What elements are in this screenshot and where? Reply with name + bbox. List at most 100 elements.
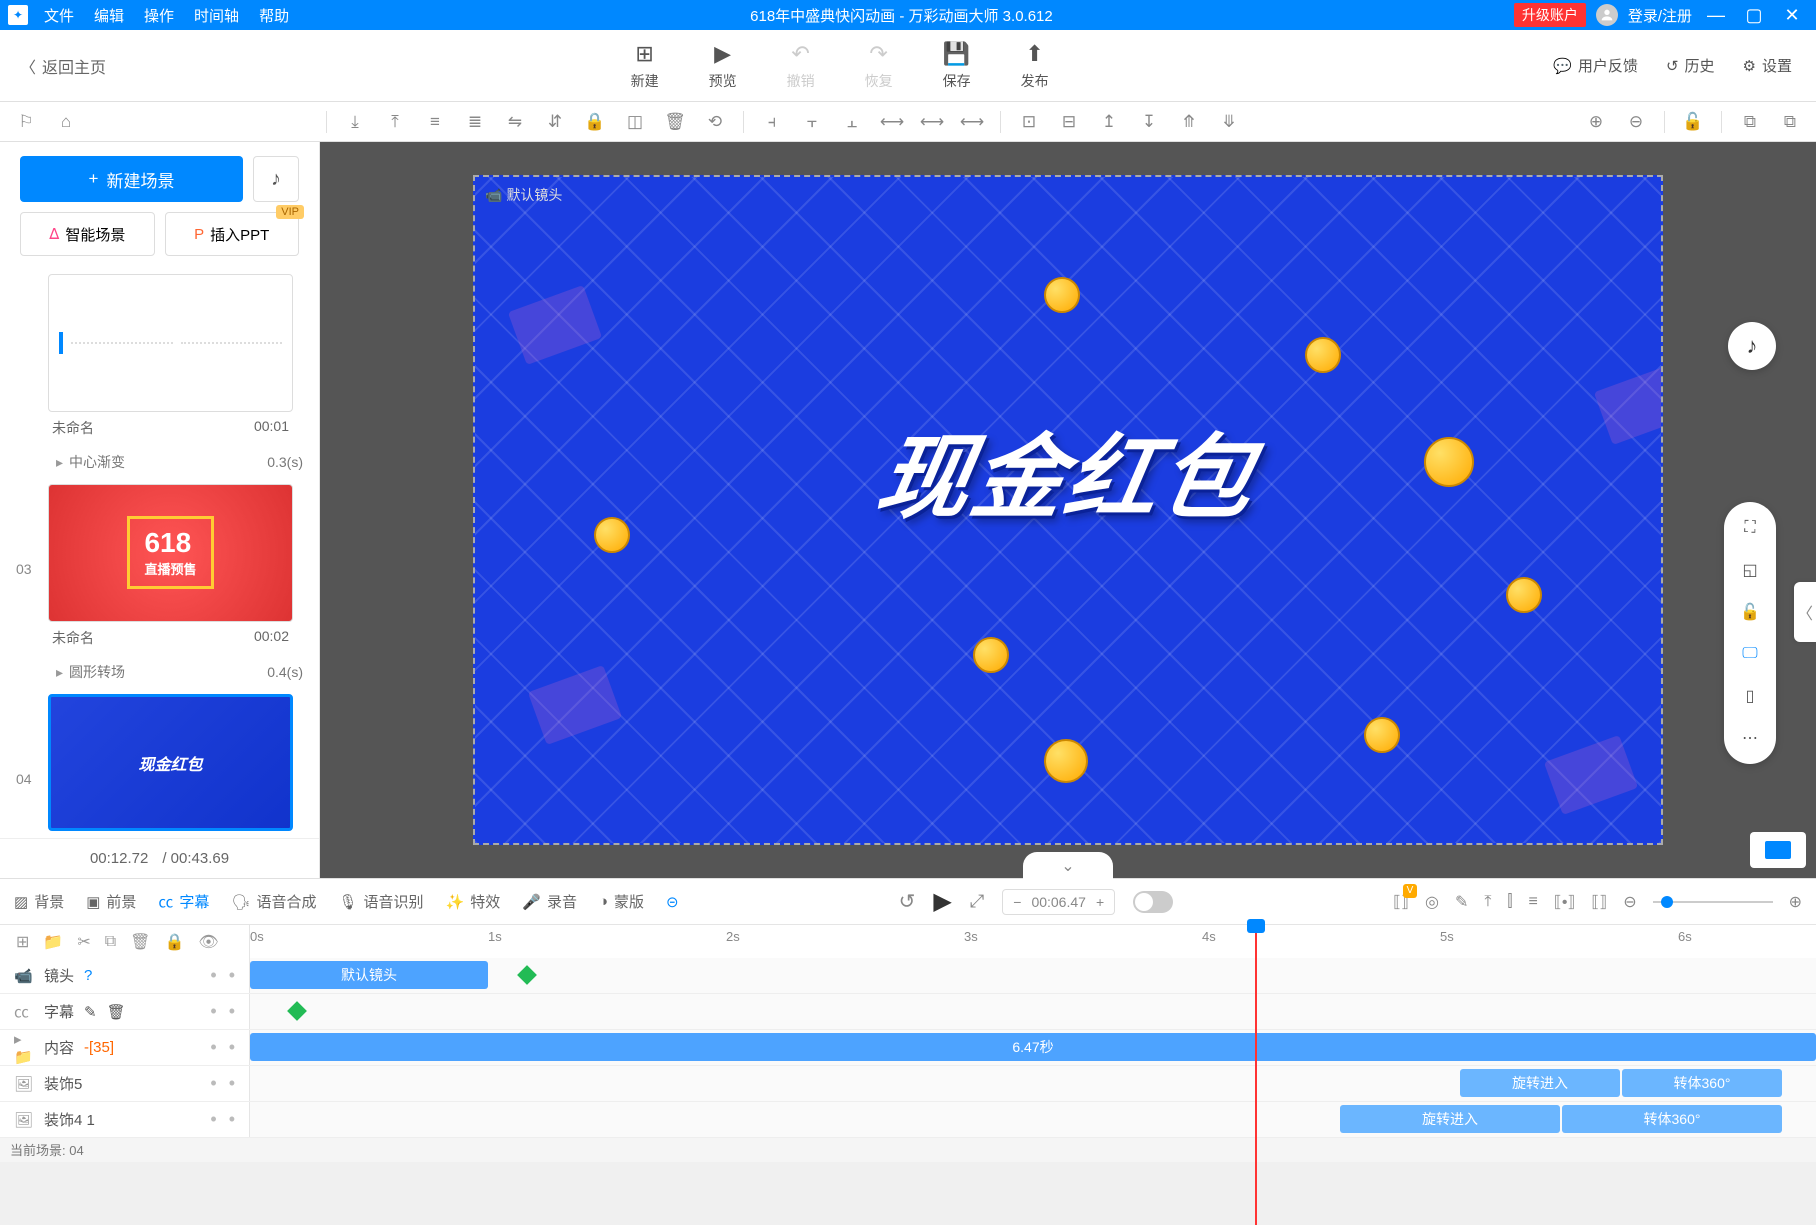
transition-row[interactable]: ▸圆形转场0.4(s) xyxy=(0,656,311,688)
playhead[interactable] xyxy=(1255,925,1257,1225)
minus-icon[interactable]: − xyxy=(1013,894,1021,910)
minimize-button[interactable]: — xyxy=(1702,5,1730,26)
rewind-icon[interactable]: ↺ xyxy=(899,889,916,914)
home-icon[interactable]: ⌂ xyxy=(50,106,82,138)
layer-front-icon[interactable]: ⤊ xyxy=(1173,106,1205,138)
feedback-button[interactable]: 💬用户反馈 xyxy=(1553,55,1638,76)
view-mode-badge[interactable] xyxy=(1750,832,1806,868)
tab-subtitle[interactable]: ㏄字幕 xyxy=(158,891,209,912)
zoom-out-tl-icon[interactable]: ⊖ xyxy=(1623,892,1636,912)
tab-foreground[interactable]: ▣前景 xyxy=(86,891,136,912)
fullscreen-icon[interactable]: ⛶ xyxy=(1738,516,1762,540)
settings-button[interactable]: ⚙设置 xyxy=(1743,55,1792,76)
align-hcenter-icon[interactable]: ⫟ xyxy=(796,106,828,138)
zoom-in-icon[interactable]: ⊕ xyxy=(1580,106,1612,138)
distribute-even-icon[interactable]: ⟷ xyxy=(956,106,988,138)
close-button[interactable]: ✕ xyxy=(1778,5,1806,26)
tab-asr[interactable]: 🎙语音识别 xyxy=(339,891,424,912)
tl-folder-icon[interactable]: 📁 xyxy=(43,932,63,952)
save-button[interactable]: 💾保存 xyxy=(943,41,971,91)
anim-clip[interactable]: 转体360° xyxy=(1622,1069,1782,1097)
trash-icon[interactable]: 🗑 xyxy=(659,106,691,138)
align-right-icon[interactable]: ⫠ xyxy=(836,106,868,138)
canvas-area[interactable]: 📹默认镜头 现金红包 ⌄ ♪ ⛶ ◱ 🔓 🖵 ▯ ⋯ 〈 xyxy=(320,142,1816,878)
more-icon[interactable]: ⋯ xyxy=(1738,726,1762,750)
unlock-icon[interactable]: 🔓 xyxy=(1677,106,1709,138)
preview-button[interactable]: ▶预览 xyxy=(709,41,737,91)
zoom-slider[interactable] xyxy=(1653,901,1773,903)
tl-copy-icon[interactable]: ⧉ xyxy=(105,933,116,951)
transition-row[interactable]: ▸中心渐变0.3(s) xyxy=(0,446,311,478)
tl-eye-icon[interactable]: 👁 xyxy=(198,932,218,952)
redo-button[interactable]: ↷恢复 xyxy=(865,41,893,91)
help-icon[interactable]: ? xyxy=(84,967,92,984)
fit-icon[interactable]: ◱ xyxy=(1738,558,1762,582)
float-music-button[interactable]: ♪ xyxy=(1728,322,1776,370)
marker-icon[interactable]: ⟦⟧V xyxy=(1393,892,1409,912)
edge-expand-button[interactable]: 〈 xyxy=(1794,582,1816,642)
mobile-icon[interactable]: ▯ xyxy=(1738,684,1762,708)
tl-lock-icon[interactable]: 🔒 xyxy=(164,932,184,952)
track-body[interactable]: 默认镜头 xyxy=(250,958,1816,993)
pin-icon[interactable]: ⤒ xyxy=(1484,893,1491,911)
play-button[interactable]: ▶ xyxy=(933,887,951,916)
tab-record[interactable]: 🎤录音 xyxy=(522,891,577,912)
scene-list[interactable]: 未命名00:01 ▸中心渐变0.3(s) 03 618直播预售 未命名00:02… xyxy=(0,268,319,838)
zoom-in-tl-icon[interactable]: ⊕ xyxy=(1789,892,1802,912)
maximize-button[interactable]: ▢ xyxy=(1740,5,1768,26)
tab-fx[interactable]: ✨特效 xyxy=(446,891,501,912)
zoom-out-icon[interactable]: ⊖ xyxy=(1620,106,1652,138)
scene-item[interactable]: 未命名00:01 xyxy=(48,274,293,444)
track-body[interactable]: 旋转进入 转体360° xyxy=(250,1066,1816,1101)
copy-icon[interactable]: ⧉ xyxy=(1734,106,1766,138)
undo-button[interactable]: ↶撤销 xyxy=(787,41,815,91)
publish-button[interactable]: ⬆发布 xyxy=(1021,41,1049,91)
align-bottom-icon[interactable]: ⤓ xyxy=(339,106,371,138)
time-control[interactable]: − 00:06.47 + xyxy=(1002,889,1115,915)
snapshot-icon[interactable]: ◎ xyxy=(1425,892,1439,912)
layer-up-icon[interactable]: ↥ xyxy=(1093,106,1125,138)
content-clip[interactable]: 6.47秒 xyxy=(250,1033,1816,1061)
timeline-ruler[interactable]: 0s 1s 2s 3s 4s 5s 6s xyxy=(250,925,1816,958)
edit-icon[interactable]: ✎ xyxy=(84,1003,97,1021)
lock-icon[interactable]: 🔒 xyxy=(579,106,611,138)
login-link[interactable]: 登录/注册 xyxy=(1628,5,1692,26)
expand-icon[interactable]: ⤢ xyxy=(970,891,984,912)
tl-cut-icon[interactable]: ✂ xyxy=(77,932,90,952)
canvas-main-text[interactable]: 现金红包 xyxy=(868,404,1267,537)
flip-h-icon[interactable]: ⇋ xyxy=(499,106,531,138)
list-icon[interactable]: ≡ xyxy=(1529,893,1538,911)
crop-icon[interactable]: ◫ xyxy=(619,106,651,138)
menu-timeline[interactable]: 时间轴 xyxy=(194,5,239,26)
music-button[interactable]: ♪ xyxy=(253,156,299,202)
rotate-icon[interactable]: ⟲ xyxy=(699,106,731,138)
align-left-icon[interactable]: ⫞ xyxy=(756,106,788,138)
anim-clip[interactable]: 旋转进入 xyxy=(1460,1069,1620,1097)
group-icon[interactable]: ⊡ xyxy=(1013,106,1045,138)
keyframe[interactable] xyxy=(287,1001,307,1021)
upgrade-button[interactable]: 升级账户 xyxy=(1514,3,1586,27)
scene-item[interactable]: 03 618直播预售 未命名00:02 xyxy=(48,484,293,654)
align-top-icon[interactable]: ⤒ xyxy=(379,106,411,138)
trash-icon[interactable]: 🗑 xyxy=(107,1003,126,1021)
anim-clip[interactable]: 转体360° xyxy=(1562,1105,1782,1133)
canvas-frame[interactable]: 📹默认镜头 现金红包 xyxy=(473,175,1663,845)
unlock-view-icon[interactable]: 🔓 xyxy=(1738,600,1762,624)
align-center-icon[interactable]: ≣ xyxy=(459,106,491,138)
tab-tts[interactable]: 🗣语音合成 xyxy=(231,891,316,912)
tl-trash-icon[interactable]: 🗑 xyxy=(130,932,150,952)
camera-clip[interactable]: 默认镜头 xyxy=(250,961,488,989)
ungroup-icon[interactable]: ⊟ xyxy=(1053,106,1085,138)
layer-back-icon[interactable]: ⤋ xyxy=(1213,106,1245,138)
out-icon[interactable]: ⟦⟧ xyxy=(1591,892,1607,912)
tl-add-icon[interactable]: ⊞ xyxy=(16,932,29,952)
track-body[interactable] xyxy=(250,994,1816,1029)
distribute-v-icon[interactable]: ⟷ xyxy=(916,106,948,138)
track-body[interactable]: 6.47秒 xyxy=(250,1030,1816,1065)
keyframe[interactable] xyxy=(517,965,537,985)
plus-icon[interactable]: + xyxy=(1096,894,1104,910)
menu-action[interactable]: 操作 xyxy=(144,5,174,26)
menu-file[interactable]: 文件 xyxy=(44,5,74,26)
menu-edit[interactable]: 编辑 xyxy=(94,5,124,26)
canvas-collapse-button[interactable]: ⌄ xyxy=(1023,852,1113,880)
